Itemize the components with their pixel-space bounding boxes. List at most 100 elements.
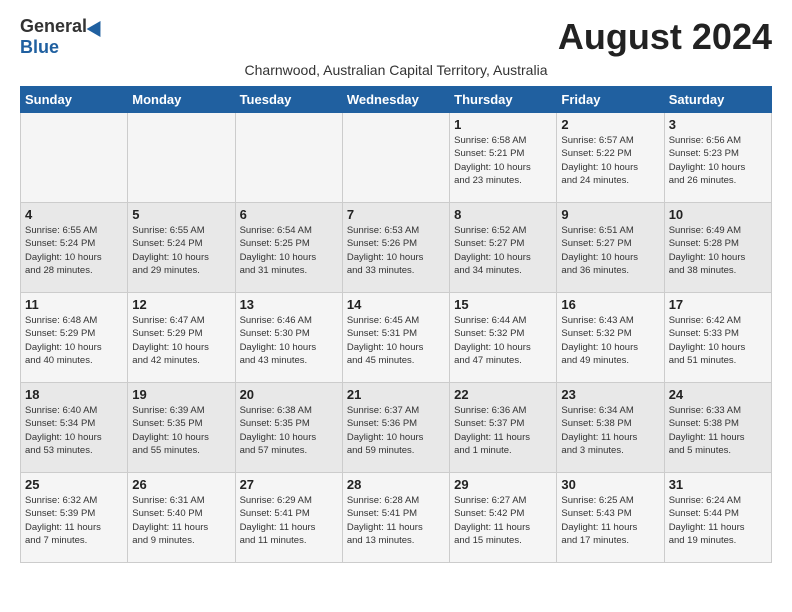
calendar-day-cell: 25 Sunrise: 6:32 AMSunset: 5:39 PMDayligh… bbox=[21, 473, 128, 563]
calendar-day-cell bbox=[21, 113, 128, 203]
day-info: Sunrise: 6:32 AMSunset: 5:39 PMDaylight:… bbox=[25, 494, 123, 547]
day-info: Sunrise: 6:28 AMSunset: 5:41 PMDaylight:… bbox=[347, 494, 445, 547]
day-header: Sunday bbox=[21, 87, 128, 113]
header: General Blue August 2024 bbox=[20, 16, 772, 58]
day-info: Sunrise: 6:42 AMSunset: 5:33 PMDaylight:… bbox=[669, 314, 767, 367]
calendar-day-cell: 22 Sunrise: 6:36 AMSunset: 5:37 PMDayligh… bbox=[450, 383, 557, 473]
day-info: Sunrise: 6:49 AMSunset: 5:28 PMDaylight:… bbox=[669, 224, 767, 277]
day-number: 13 bbox=[240, 297, 338, 312]
calendar-day-cell: 12 Sunrise: 6:47 AMSunset: 5:29 PMDayligh… bbox=[128, 293, 235, 383]
day-number: 14 bbox=[347, 297, 445, 312]
calendar-day-cell: 1Sunrise: 6:58 AMSunset: 5:21 PMDaylight… bbox=[450, 113, 557, 203]
day-number: 8 bbox=[454, 207, 552, 222]
logo-triangle-icon bbox=[87, 16, 108, 36]
calendar-day-cell bbox=[235, 113, 342, 203]
day-number: 15 bbox=[454, 297, 552, 312]
calendar-day-cell: 24 Sunrise: 6:33 AMSunset: 5:38 PMDayligh… bbox=[664, 383, 771, 473]
day-number: 4 bbox=[25, 207, 123, 222]
day-info: Sunrise: 6:47 AMSunset: 5:29 PMDaylight:… bbox=[132, 314, 230, 367]
day-number: 17 bbox=[669, 297, 767, 312]
day-number: 9 bbox=[561, 207, 659, 222]
calendar-header-row: SundayMondayTuesdayWednesdayThursdayFrid… bbox=[21, 87, 772, 113]
calendar-day-cell: 3 Sunrise: 6:56 AMSunset: 5:23 PMDaylight… bbox=[664, 113, 771, 203]
day-number: 12 bbox=[132, 297, 230, 312]
day-info: Sunrise: 6:29 AMSunset: 5:41 PMDaylight:… bbox=[240, 494, 338, 547]
day-number: 29 bbox=[454, 477, 552, 492]
day-number: 18 bbox=[25, 387, 123, 402]
day-info: Sunrise: 6:54 AMSunset: 5:25 PMDaylight:… bbox=[240, 224, 338, 277]
calendar-day-cell bbox=[342, 113, 449, 203]
day-number: 30 bbox=[561, 477, 659, 492]
calendar-day-cell: 29 Sunrise: 6:27 AMSunset: 5:42 PMDayligh… bbox=[450, 473, 557, 563]
day-info: Sunrise: 6:46 AMSunset: 5:30 PMDaylight:… bbox=[240, 314, 338, 367]
day-info: Sunrise: 6:44 AMSunset: 5:32 PMDaylight:… bbox=[454, 314, 552, 367]
calendar-day-cell: 11 Sunrise: 6:48 AMSunset: 5:29 PMDayligh… bbox=[21, 293, 128, 383]
day-number: 19 bbox=[132, 387, 230, 402]
day-info: Sunrise: 6:25 AMSunset: 5:43 PMDaylight:… bbox=[561, 494, 659, 547]
day-number: 31 bbox=[669, 477, 767, 492]
calendar-day-cell: 19 Sunrise: 6:39 AMSunset: 5:35 PMDayligh… bbox=[128, 383, 235, 473]
day-number: 10 bbox=[669, 207, 767, 222]
calendar-table: SundayMondayTuesdayWednesdayThursdayFrid… bbox=[20, 86, 772, 563]
day-info: Sunrise: 6:36 AMSunset: 5:37 PMDaylight:… bbox=[454, 404, 552, 457]
day-info: Sunrise: 6:57 AMSunset: 5:22 PMDaylight:… bbox=[561, 134, 659, 187]
calendar-day-cell: 27Sunrise: 6:29 AMSunset: 5:41 PMDayligh… bbox=[235, 473, 342, 563]
calendar-day-cell: 7Sunrise: 6:53 AMSunset: 5:26 PMDaylight… bbox=[342, 203, 449, 293]
day-info: Sunrise: 6:40 AMSunset: 5:34 PMDaylight:… bbox=[25, 404, 123, 457]
calendar-day-cell: 30 Sunrise: 6:25 AMSunset: 5:43 PMDayligh… bbox=[557, 473, 664, 563]
day-number: 5 bbox=[132, 207, 230, 222]
day-info: Sunrise: 6:31 AMSunset: 5:40 PMDaylight:… bbox=[132, 494, 230, 547]
calendar-day-cell bbox=[128, 113, 235, 203]
calendar-day-cell: 9 Sunrise: 6:51 AMSunset: 5:27 PMDaylight… bbox=[557, 203, 664, 293]
day-number: 23 bbox=[561, 387, 659, 402]
calendar-day-cell: 8Sunrise: 6:52 AMSunset: 5:27 PMDaylight… bbox=[450, 203, 557, 293]
day-info: Sunrise: 6:43 AMSunset: 5:32 PMDaylight:… bbox=[561, 314, 659, 367]
calendar-day-cell: 2 Sunrise: 6:57 AMSunset: 5:22 PMDaylight… bbox=[557, 113, 664, 203]
calendar-day-cell: 31Sunrise: 6:24 AMSunset: 5:44 PMDayligh… bbox=[664, 473, 771, 563]
day-number: 3 bbox=[669, 117, 767, 132]
location-subtitle: Charnwood, Australian Capital Territory,… bbox=[20, 62, 772, 78]
day-number: 11 bbox=[25, 297, 123, 312]
calendar-day-cell: 10 Sunrise: 6:49 AMSunset: 5:28 PMDayligh… bbox=[664, 203, 771, 293]
calendar-day-cell: 26Sunrise: 6:31 AMSunset: 5:40 PMDayligh… bbox=[128, 473, 235, 563]
calendar-week-row: 25 Sunrise: 6:32 AMSunset: 5:39 PMDayligh… bbox=[21, 473, 772, 563]
calendar-body: 1Sunrise: 6:58 AMSunset: 5:21 PMDaylight… bbox=[21, 113, 772, 563]
calendar-day-cell: 15 Sunrise: 6:44 AMSunset: 5:32 PMDayligh… bbox=[450, 293, 557, 383]
day-info: Sunrise: 6:33 AMSunset: 5:38 PMDaylight:… bbox=[669, 404, 767, 457]
day-number: 1 bbox=[454, 117, 552, 132]
day-header: Thursday bbox=[450, 87, 557, 113]
day-number: 25 bbox=[25, 477, 123, 492]
calendar-day-cell: 18 Sunrise: 6:40 AMSunset: 5:34 PMDayligh… bbox=[21, 383, 128, 473]
day-info: Sunrise: 6:27 AMSunset: 5:42 PMDaylight:… bbox=[454, 494, 552, 547]
day-info: Sunrise: 6:51 AMSunset: 5:27 PMDaylight:… bbox=[561, 224, 659, 277]
day-number: 28 bbox=[347, 477, 445, 492]
day-info: Sunrise: 6:38 AMSunset: 5:35 PMDaylight:… bbox=[240, 404, 338, 457]
calendar-week-row: 11 Sunrise: 6:48 AMSunset: 5:29 PMDayligh… bbox=[21, 293, 772, 383]
calendar-day-cell: 21Sunrise: 6:37 AMSunset: 5:36 PMDayligh… bbox=[342, 383, 449, 473]
day-header: Wednesday bbox=[342, 87, 449, 113]
month-year-title: August 2024 bbox=[558, 16, 772, 58]
day-info: Sunrise: 6:55 AMSunset: 5:24 PMDaylight:… bbox=[132, 224, 230, 277]
day-info: Sunrise: 6:45 AMSunset: 5:31 PMDaylight:… bbox=[347, 314, 445, 367]
logo-blue-text: Blue bbox=[20, 37, 59, 58]
calendar-day-cell: 23 Sunrise: 6:34 AMSunset: 5:38 PMDayligh… bbox=[557, 383, 664, 473]
day-header: Saturday bbox=[664, 87, 771, 113]
calendar-day-cell: 4Sunrise: 6:55 AMSunset: 5:24 PMDaylight… bbox=[21, 203, 128, 293]
calendar-day-cell: 14 Sunrise: 6:45 AMSunset: 5:31 PMDayligh… bbox=[342, 293, 449, 383]
day-header: Friday bbox=[557, 87, 664, 113]
day-header: Monday bbox=[128, 87, 235, 113]
day-info: Sunrise: 6:56 AMSunset: 5:23 PMDaylight:… bbox=[669, 134, 767, 187]
day-number: 22 bbox=[454, 387, 552, 402]
day-number: 24 bbox=[669, 387, 767, 402]
calendar-week-row: 1Sunrise: 6:58 AMSunset: 5:21 PMDaylight… bbox=[21, 113, 772, 203]
calendar-day-cell: 20Sunrise: 6:38 AMSunset: 5:35 PMDayligh… bbox=[235, 383, 342, 473]
calendar-day-cell: 28 Sunrise: 6:28 AMSunset: 5:41 PMDayligh… bbox=[342, 473, 449, 563]
logo-general-text: General bbox=[20, 16, 87, 37]
day-number: 2 bbox=[561, 117, 659, 132]
day-info: Sunrise: 6:37 AMSunset: 5:36 PMDaylight:… bbox=[347, 404, 445, 457]
day-info: Sunrise: 6:34 AMSunset: 5:38 PMDaylight:… bbox=[561, 404, 659, 457]
day-info: Sunrise: 6:48 AMSunset: 5:29 PMDaylight:… bbox=[25, 314, 123, 367]
calendar-week-row: 4 Sunrise: 6:55 AMSunset: 5:24 PMDaylight… bbox=[21, 203, 772, 293]
day-info: Sunrise: 6:39 AMSunset: 5:35 PMDaylight:… bbox=[132, 404, 230, 457]
day-number: 7 bbox=[347, 207, 445, 222]
